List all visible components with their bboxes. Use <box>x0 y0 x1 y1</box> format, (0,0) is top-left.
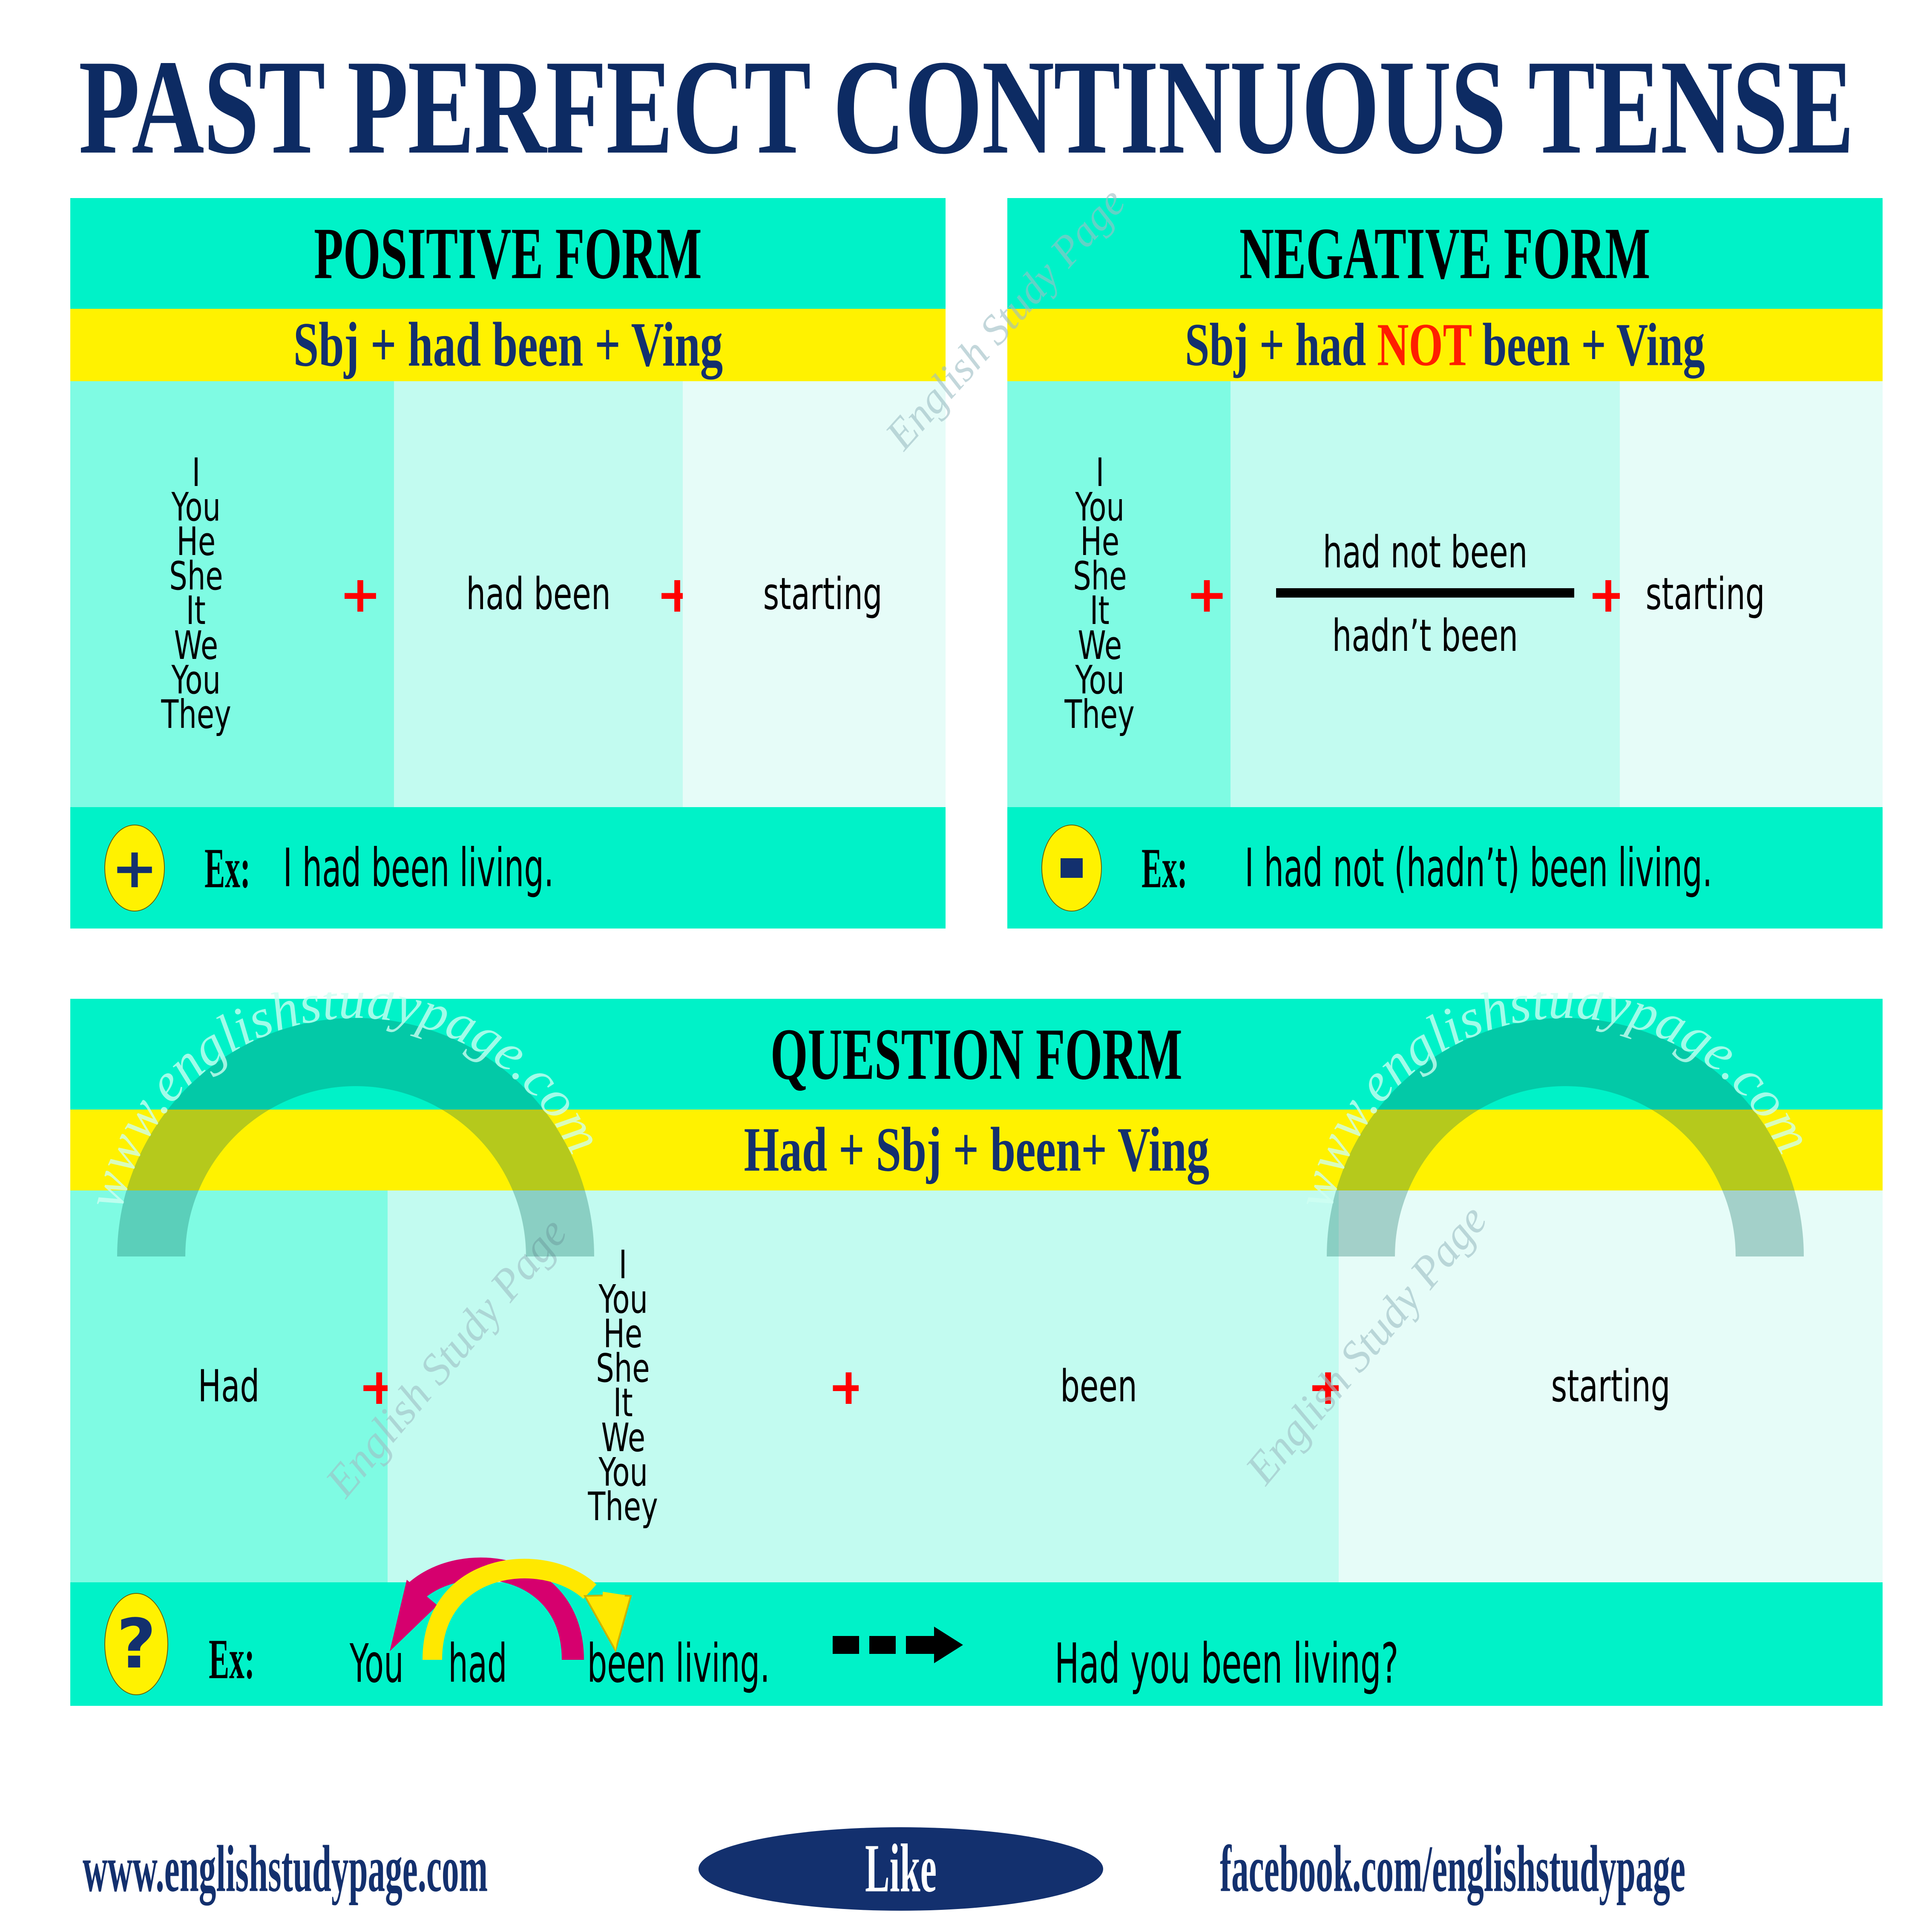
plus-icon: + <box>111 835 158 900</box>
example-label-text: Ex: <box>1141 836 1187 900</box>
question-body: Had + I You He She It We You They + been… <box>70 1190 1883 1582</box>
question-been: been <box>859 1361 1339 1412</box>
negative-form-heading-text: NEGATIVE FORM <box>1239 212 1650 294</box>
negative-verb-text: starting <box>1646 569 1765 620</box>
positive-body: I You He She It We You They + had been +… <box>70 381 946 807</box>
positive-form-card: POSITIVE FORM Sbj + had been + Ving I Yo… <box>70 198 946 984</box>
pronoun-item: They <box>1064 692 1135 738</box>
minus-badge-icon <box>1041 824 1102 911</box>
negative-formula-a: Sbj + had <box>1185 311 1377 379</box>
example-label: Ex: <box>202 1627 261 1690</box>
positive-form-heading: POSITIVE FORM <box>70 198 946 309</box>
facebook-link[interactable]: facebook.com/englishstudypage <box>1154 1832 1751 1906</box>
negative-verb-column: starting <box>1620 381 1883 807</box>
negative-formula-b: been + Ving <box>1471 311 1705 379</box>
page-title: PAST PERFECT CONTINUOUS TENSE <box>78 32 1854 183</box>
positive-verb-column: starting <box>683 381 946 807</box>
like-button-label: Like <box>865 1831 937 1907</box>
question-verb-column: starting <box>1339 1190 1883 1582</box>
question-formula-bar: Had + Sbj + been+ Ving <box>70 1110 1883 1190</box>
question-result-text: Had you been living? <box>1054 1631 1399 1696</box>
positive-auxiliary-text: had been <box>466 569 611 620</box>
positive-formula-bar: Sbj + had been + Ving <box>70 309 946 381</box>
question-source-rest: been living. <box>564 1633 793 1694</box>
negative-verb: starting <box>1620 569 1883 620</box>
question-source-rest-text: been living. <box>587 1633 770 1695</box>
website-link-text: www.englishstudypage.com <box>83 1832 488 1906</box>
example-label-text: Ex: <box>209 1627 255 1690</box>
plus-icon: + <box>1186 565 1228 624</box>
negative-formula-bar: Sbj + had NOT been + Ving <box>1007 309 1883 381</box>
example-label: Ex: <box>1135 837 1194 900</box>
question-badge-icon: ? <box>104 1593 168 1695</box>
question-verb: starting <box>1339 1361 1883 1412</box>
positive-verb: starting <box>683 569 946 620</box>
like-button[interactable]: Like <box>699 1827 1103 1911</box>
negative-form-card: NEGATIVE FORM Sbj + had NOT been + Ving … <box>1007 198 1883 984</box>
question-subject-column: I You He She It We You They + <box>387 1190 870 1582</box>
positive-verb-text: starting <box>763 569 883 620</box>
question-had-column: Had + <box>70 1190 400 1582</box>
example-label: Ex: <box>198 837 257 900</box>
question-mark-icon: ? <box>116 1604 156 1684</box>
positive-example-text: I had been living. <box>283 837 554 899</box>
question-source-you: You <box>343 1633 411 1694</box>
question-example-row: ? Ex: You had been living. Had you been … <box>70 1557 1883 1706</box>
negative-auxiliary-long: had not been <box>1322 527 1528 578</box>
positive-auxiliary-column: had been + <box>394 381 698 807</box>
negative-body: I You He She It We You They + had not be… <box>1007 381 1883 807</box>
negative-subject-column: I You He She It We You They + <box>1007 381 1231 807</box>
negative-example-sentence: I had not (hadn’t) been living. <box>1186 837 1771 898</box>
negative-auxiliary-stack: had not been hadn’t been <box>1230 527 1620 661</box>
question-form-heading: QUESTION FORM <box>70 999 1883 1110</box>
question-form-heading-text: QUESTION FORM <box>770 1013 1182 1095</box>
negative-example-text: I had not (hadn’t) been living. <box>1245 837 1713 899</box>
positive-example-row: + Ex: I had been living. <box>70 807 946 929</box>
question-formula-text: Had + Sbj + been+ Ving <box>744 1115 1209 1185</box>
question-result: Had you been living? <box>1012 1632 1441 1696</box>
plus-icon: + <box>339 565 382 624</box>
positive-formula-text: Sbj + had been + Ving <box>293 310 723 380</box>
minus-icon <box>1061 858 1083 878</box>
negative-formula-not: NOT <box>1377 311 1472 379</box>
pronoun-item: They <box>588 1484 658 1530</box>
question-had: Had <box>70 1361 388 1412</box>
positive-subject-column: I You He She It We You They + <box>70 381 394 807</box>
example-label-text: Ex: <box>204 836 250 900</box>
question-had-text: Had <box>198 1361 260 1412</box>
question-form-card: QUESTION FORM Had + Sbj + been+ Ving Had… <box>70 999 1883 1774</box>
negative-form-heading: NEGATIVE FORM <box>1007 198 1883 309</box>
fraction-rule <box>1276 588 1575 598</box>
negative-example-row: Ex: I had not (hadn’t) been living. <box>1007 807 1883 929</box>
negative-auxiliary-short: hadn’t been <box>1332 610 1518 661</box>
question-source-had: had <box>441 1633 515 1694</box>
footer: www.englishstudypage.com Like facebook.c… <box>0 1826 1932 1912</box>
positive-example-sentence: I had been living. <box>249 837 588 898</box>
question-been-column: been + <box>858 1190 1349 1582</box>
question-verb-text: starting <box>1551 1361 1670 1412</box>
question-source-you-text: You <box>349 1633 404 1695</box>
question-source-had-text: had <box>448 1633 507 1695</box>
positive-auxiliary: had been <box>394 569 683 620</box>
positive-form-heading-text: POSITIVE FORM <box>314 212 702 294</box>
facebook-link-text: facebook.com/englishstudypage <box>1220 1832 1686 1906</box>
negative-formula-text: Sbj + had NOT been + Ving <box>1185 310 1705 380</box>
dashed-arrow-icon <box>833 1627 963 1663</box>
question-been-text: been <box>1060 1361 1137 1412</box>
pronoun-item: They <box>161 692 231 738</box>
pronoun-stack: I You He She It We You They <box>388 1245 859 1530</box>
website-link[interactable]: www.englishstudypage.com <box>26 1832 545 1906</box>
plus-badge-icon: + <box>104 824 165 911</box>
negative-auxiliary-column: had not been hadn’t been + <box>1230 381 1629 807</box>
